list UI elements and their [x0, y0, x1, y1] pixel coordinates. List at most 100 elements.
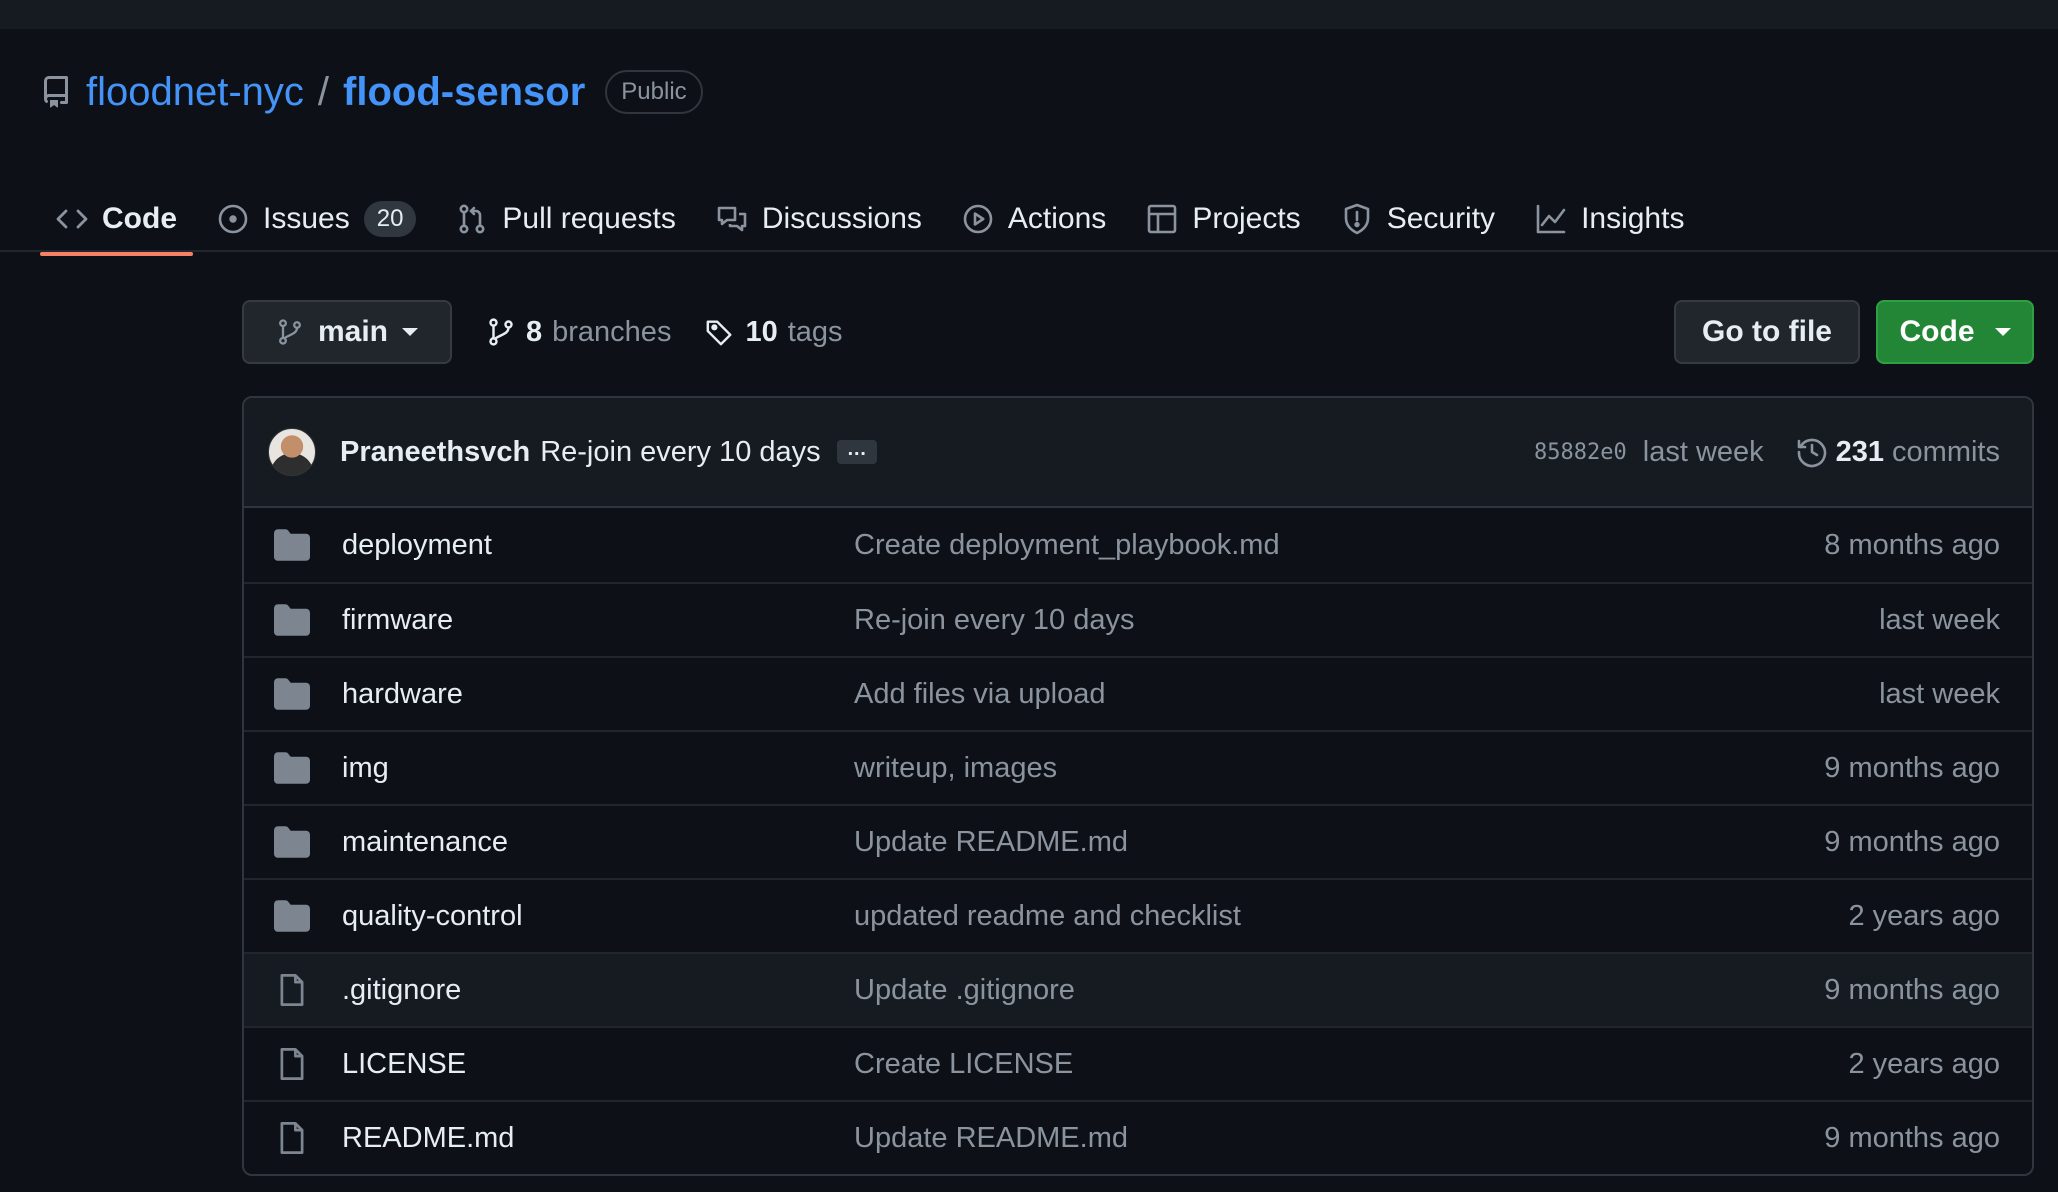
- branch-select-button[interactable]: main: [242, 300, 452, 364]
- folder-icon: [274, 752, 310, 784]
- tab-label: Discussions: [761, 202, 922, 235]
- file-name-link[interactable]: firmware: [342, 604, 854, 637]
- commit-time: last week: [1642, 435, 1764, 468]
- file-icon: [280, 974, 304, 1006]
- file-row[interactable]: deployment Create deployment_playbook.md 8…: [244, 508, 2032, 582]
- commits-label: commits: [1892, 435, 2000, 468]
- top-bar: [0, 0, 2058, 29]
- tab-label: Actions: [1007, 202, 1107, 235]
- file-commit-time: 2 years ago: [1848, 899, 2000, 932]
- tab-code[interactable]: Code: [40, 180, 193, 256]
- folder-icon: [274, 900, 310, 932]
- file-row[interactable]: hardware Add files via upload last week: [244, 656, 2032, 730]
- file-commit-time: 9 months ago: [1824, 825, 2000, 858]
- commit-sha-link[interactable]: 85882e0: [1534, 440, 1627, 465]
- tab-pull-requests[interactable]: Pull requests: [440, 180, 691, 252]
- tab-issues[interactable]: Issues 20: [201, 180, 432, 252]
- folder-icon: [274, 529, 310, 561]
- file-name-link[interactable]: img: [342, 752, 854, 785]
- tab-label: Insights: [1581, 202, 1685, 235]
- file-commit-time: last week: [1879, 677, 2000, 710]
- comment-discussion-icon: [717, 206, 747, 232]
- code-button-label: Code: [1899, 315, 1975, 348]
- file-commit-message-link[interactable]: writeup, images: [854, 752, 1824, 785]
- tab-label: Code: [102, 202, 177, 235]
- file-listing: Praneethsvch Re-join every 10 days … 858…: [242, 396, 2034, 1176]
- tags-link[interactable]: 10 tags: [705, 315, 843, 349]
- file-row[interactable]: quality-control updated readme and checkl…: [244, 878, 2032, 952]
- commit-message-link[interactable]: Re-join every 10 days: [540, 436, 820, 469]
- graph-icon: [1536, 204, 1566, 234]
- file-name-link[interactable]: README.md: [342, 1122, 854, 1155]
- chevron-down-icon: [402, 328, 419, 336]
- repo-icon: [43, 76, 68, 108]
- history-icon: [1797, 438, 1826, 468]
- file-commit-message-link[interactable]: Update README.md: [854, 1122, 1824, 1155]
- tags-count: 10: [745, 315, 778, 348]
- file-row[interactable]: .gitignore Update .gitignore 9 months ago: [244, 952, 2032, 1026]
- tab-security[interactable]: Security: [1325, 180, 1511, 252]
- file-commit-message-link[interactable]: Create deployment_playbook.md: [854, 529, 1824, 562]
- expand-commit-button[interactable]: …: [836, 439, 877, 464]
- folder-icon: [274, 604, 310, 636]
- tab-actions[interactable]: Actions: [946, 180, 1122, 252]
- code-icon: [56, 209, 88, 229]
- file-name-link[interactable]: quality-control: [342, 900, 854, 933]
- go-to-file-button[interactable]: Go to file: [1674, 300, 1860, 364]
- file-commit-time: 9 months ago: [1824, 751, 2000, 784]
- file-commit-message-link[interactable]: Update README.md: [854, 826, 1824, 859]
- file-name-link[interactable]: LICENSE: [342, 1048, 854, 1081]
- commit-author-link[interactable]: Praneethsvch: [340, 436, 530, 469]
- issue-opened-icon: [218, 204, 248, 234]
- file-commit-message-link[interactable]: Add files via upload: [854, 678, 1879, 711]
- file-row[interactable]: firmware Re-join every 10 days last week: [244, 582, 2032, 656]
- file-commit-message-link[interactable]: Update .gitignore: [854, 974, 1824, 1007]
- tab-discussions[interactable]: Discussions: [700, 180, 938, 252]
- file-icon: [280, 1048, 304, 1080]
- folder-icon: [274, 826, 310, 858]
- file-icon: [280, 1122, 304, 1154]
- file-row[interactable]: maintenance Update README.md 9 months ago: [244, 804, 2032, 878]
- git-pull-request-icon: [459, 204, 485, 234]
- file-row[interactable]: LICENSE Create LICENSE 2 years ago: [244, 1026, 2032, 1100]
- latest-commit-bar: Praneethsvch Re-join every 10 days … 858…: [244, 398, 2032, 508]
- repo-owner-link[interactable]: floodnet-nyc: [86, 70, 304, 115]
- branches-count: 8: [526, 315, 543, 348]
- file-commit-time: 2 years ago: [1848, 1047, 2000, 1080]
- commits-count: 231: [1835, 435, 1885, 468]
- git-branch-icon: [279, 319, 301, 345]
- file-commit-time: 9 months ago: [1824, 973, 2000, 1006]
- issues-count-badge: 20: [363, 201, 417, 237]
- commits-history-link[interactable]: 231 commits: [1796, 436, 2000, 469]
- repo-name-link[interactable]: flood-sensor: [343, 70, 585, 115]
- file-rows: deployment Create deployment_playbook.md 8…: [244, 508, 2032, 1174]
- avatar[interactable]: [268, 428, 316, 476]
- tab-projects[interactable]: Projects: [1130, 180, 1316, 252]
- tags-label: tags: [787, 315, 843, 348]
- file-commit-time: 8 months ago: [1824, 528, 2000, 561]
- branches-link[interactable]: 8 branches: [486, 316, 671, 349]
- file-commit-message-link[interactable]: Re-join every 10 days: [854, 604, 1879, 637]
- file-row[interactable]: img writeup, images 9 months ago: [244, 730, 2032, 804]
- tab-insights[interactable]: Insights: [1519, 180, 1700, 252]
- file-commit-message-link[interactable]: Create LICENSE: [854, 1048, 1848, 1081]
- repo-nav-tabs: Code Issues 20 Pull requests Discussions…: [40, 180, 2058, 256]
- play-icon: [963, 204, 993, 234]
- tab-label: Pull requests: [502, 202, 676, 235]
- tab-label: Issues: [263, 202, 350, 235]
- tab-label: Security: [1386, 202, 1496, 235]
- file-name-link[interactable]: hardware: [342, 678, 854, 711]
- file-name-link[interactable]: deployment: [342, 529, 854, 562]
- tab-label: Projects: [1192, 202, 1301, 235]
- git-branch-icon: [489, 318, 513, 346]
- repo-header: floodnet-nyc / flood-sensor Public: [40, 70, 703, 114]
- branch-toolbar: main 8 branches 10 tags Go to file Code: [242, 300, 2034, 364]
- file-name-link[interactable]: maintenance: [342, 826, 854, 859]
- file-row[interactable]: README.md Update README.md 9 months ago: [244, 1100, 2032, 1174]
- table-icon: [1148, 204, 1177, 234]
- file-name-link[interactable]: .gitignore: [342, 974, 854, 1007]
- file-commit-message-link[interactable]: updated readme and checklist: [854, 900, 1848, 933]
- code-dropdown-button[interactable]: Code: [1876, 300, 2034, 364]
- file-commit-time: 9 months ago: [1824, 1121, 2000, 1154]
- tab-divider: [0, 250, 2058, 252]
